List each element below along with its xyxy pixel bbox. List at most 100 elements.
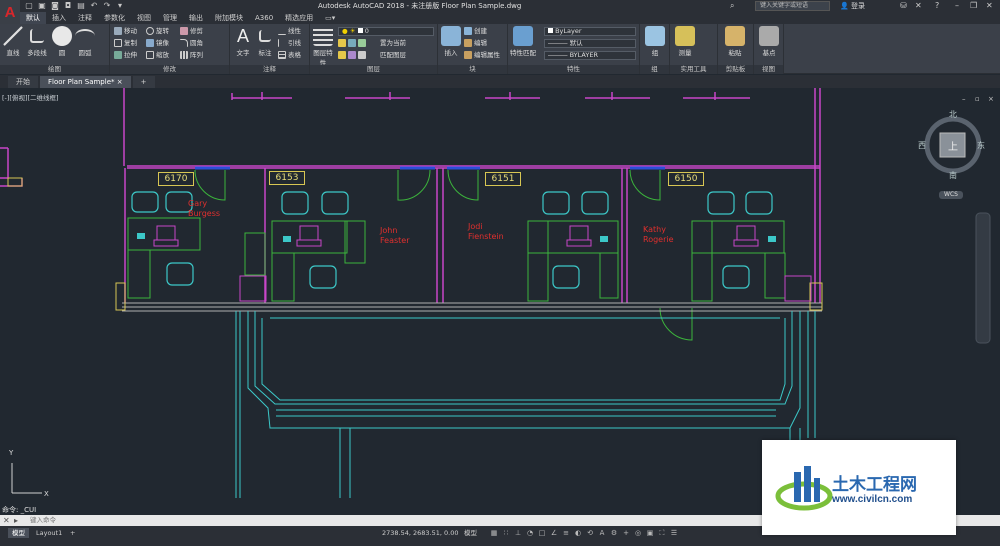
measure-button[interactable]: 测量	[674, 26, 696, 57]
viewcube-south[interactable]: 南	[949, 170, 957, 181]
osnap-icon[interactable]: □	[538, 529, 546, 537]
tab-start[interactable]: 开始	[8, 76, 38, 88]
login-link[interactable]: 👤 登录	[840, 1, 865, 11]
trim-button[interactable]: 修剪	[180, 26, 203, 37]
fillet-button[interactable]: 圆角	[180, 38, 203, 49]
copy-button[interactable]: 复制	[114, 38, 137, 49]
leader-button[interactable]: 引线	[278, 38, 301, 49]
insert-button[interactable]: 插入	[440, 26, 462, 57]
color-dropdown[interactable]: ByLayer	[544, 27, 636, 36]
tab-featured-apps[interactable]: 精选应用	[279, 12, 319, 24]
ortho-icon[interactable]: ⊥	[514, 529, 522, 537]
viewport-controls-label[interactable]: [-][俯视][二维线框]	[2, 92, 59, 102]
otrack-icon[interactable]: ∠	[550, 529, 558, 537]
redo-icon[interactable]: ↷	[102, 1, 112, 11]
group-groups-label[interactable]: 组	[640, 65, 669, 74]
application-menu-button[interactable]: A	[0, 0, 20, 24]
tab-floor-plan[interactable]: Floor Plan Sample* ×	[40, 76, 131, 88]
ribbon-toggle-icon[interactable]: ▭▾	[319, 12, 341, 24]
new-file-icon[interactable]: ▢	[24, 1, 34, 11]
viewcube-face-top[interactable]: 上	[948, 138, 958, 153]
group-annotation-label[interactable]: 注释	[230, 65, 309, 74]
viewport-close-icon[interactable]: ×	[988, 95, 994, 103]
snap-icon[interactable]: ∷	[502, 529, 510, 537]
tab-insert[interactable]: 插入	[46, 12, 72, 24]
match-properties-button[interactable]: 特性匹配	[510, 26, 536, 57]
rotate-button[interactable]: 旋转	[146, 26, 169, 37]
close-icon[interactable]: ✕	[986, 1, 993, 10]
save-as-icon[interactable]: ◘	[63, 1, 73, 11]
linear-button[interactable]: 线性	[278, 26, 301, 37]
circle-button[interactable]: 圆	[51, 26, 73, 57]
layer-tools-row2[interactable]	[338, 50, 368, 61]
group-button[interactable]: 组	[644, 26, 666, 57]
drawing-canvas[interactable]	[0, 88, 1000, 498]
tab-layout1[interactable]: Layout1	[32, 528, 66, 538]
paste-button[interactable]: 粘贴	[724, 26, 746, 57]
selection-cycling-icon[interactable]: ⟲	[586, 529, 594, 537]
stretch-button[interactable]: 拉伸	[114, 50, 137, 61]
tab-default[interactable]: 默认	[20, 12, 46, 24]
group-block-label[interactable]: 块	[438, 65, 507, 74]
group-properties-label[interactable]: 特性	[508, 65, 639, 74]
make-current-button[interactable]: 置为当前	[380, 38, 406, 49]
layer-tools-row1[interactable]	[338, 38, 368, 49]
viewcube-west[interactable]: 西	[918, 140, 926, 151]
edit-attributes-button[interactable]: 编辑属性	[464, 50, 500, 61]
group-draw-label[interactable]: 绘图	[0, 65, 109, 74]
new-tab-button[interactable]: +	[132, 76, 155, 88]
create-block-button[interactable]: 创建	[464, 26, 487, 37]
cart-icon[interactable]: ⛁	[900, 1, 907, 10]
workspace-gear-icon[interactable]: ⚙	[610, 529, 618, 537]
scale-button[interactable]: 缩放	[146, 50, 169, 61]
match-layer-button[interactable]: 匹配图层	[380, 50, 406, 61]
polar-icon[interactable]: ◔	[526, 529, 534, 537]
lineweight-icon[interactable]: ≡	[562, 529, 570, 537]
base-view-button[interactable]: 基点	[758, 26, 780, 57]
arc-button[interactable]: 圆弧	[74, 26, 96, 57]
customize-icon[interactable]: ☰	[670, 529, 678, 537]
chevron-down-icon[interactable]: ▾	[115, 1, 125, 11]
plus-icon[interactable]: +	[622, 529, 630, 537]
isolate-icon[interactable]: ◎	[634, 529, 642, 537]
layer-properties-button[interactable]: 图层特性	[312, 26, 334, 67]
viewcube-north[interactable]: 北	[949, 109, 957, 120]
tab-model[interactable]: 模型	[8, 528, 29, 538]
group-clipboard-label[interactable]: 剪贴板	[718, 65, 753, 74]
search-input[interactable]: 键入关键字或短语	[755, 1, 830, 11]
polyline-button[interactable]: 多段线	[24, 26, 50, 57]
tab-addins[interactable]: 附加模块	[209, 12, 249, 24]
edit-block-button[interactable]: 编辑	[464, 38, 487, 49]
viewport-minimize-icon[interactable]: –	[962, 95, 966, 103]
tab-view[interactable]: 视图	[131, 12, 157, 24]
group-view-label[interactable]: 视图	[754, 65, 783, 74]
transparency-icon[interactable]: ◐	[574, 529, 582, 537]
text-button[interactable]: A 文字	[232, 26, 254, 57]
tab-a360[interactable]: A360	[249, 12, 279, 24]
undo-icon[interactable]: ↶	[89, 1, 99, 11]
help-icon[interactable]: ?	[935, 1, 939, 10]
layer-dropdown[interactable]: ● ☀ 0	[338, 27, 434, 36]
annotation-scale-icon[interactable]: A	[598, 529, 606, 537]
group-layers-label[interactable]: 图层	[310, 65, 437, 74]
wrench-icon[interactable]: ✕	[3, 516, 10, 525]
group-utilities-label[interactable]: 实用工具	[670, 65, 717, 74]
model-space-button[interactable]: 模型	[460, 528, 481, 538]
viewcube-east[interactable]: 东	[977, 140, 985, 151]
minimize-icon[interactable]: –	[955, 1, 959, 10]
tab-parametric[interactable]: 参数化	[98, 12, 131, 24]
restore-icon[interactable]: ❐	[970, 1, 977, 10]
print-icon[interactable]: ▤	[76, 1, 86, 11]
viewport-restore-icon[interactable]: ▫	[975, 95, 980, 103]
hardware-accel-icon[interactable]: ▣	[646, 529, 654, 537]
group-modify-label[interactable]: 修改	[110, 65, 229, 74]
tab-annotate[interactable]: 注释	[72, 12, 98, 24]
array-button[interactable]: 阵列	[180, 50, 203, 61]
binoculars-icon[interactable]: ⌕	[730, 1, 734, 11]
exchange-icon[interactable]: ✕	[915, 1, 922, 10]
linetype-dropdown[interactable]: ――― 默认	[544, 39, 636, 48]
dimension-button[interactable]: 标注	[254, 26, 276, 57]
grid-icon[interactable]: ▦	[490, 529, 498, 537]
mirror-button[interactable]: 镜像	[146, 38, 169, 49]
open-file-icon[interactable]: ▣	[37, 1, 47, 11]
